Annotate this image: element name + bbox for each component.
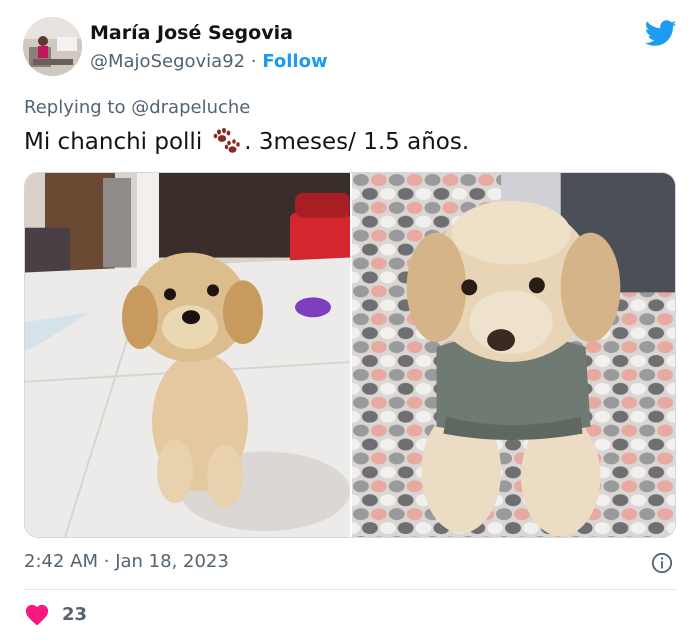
tweet-text-before: Mi chanchi polli xyxy=(24,129,203,155)
paw-prints-icon xyxy=(213,127,240,153)
media-grid[interactable] xyxy=(24,172,676,538)
like-count: 23 xyxy=(62,603,88,625)
reply-mention[interactable]: @drapeluche xyxy=(131,97,250,118)
replying-to: Replying to @drapeluche xyxy=(24,97,250,118)
divider xyxy=(24,589,676,590)
tweet-text-after: . 3meses/ 1.5 años. xyxy=(244,129,470,155)
display-name[interactable]: María José Segovia xyxy=(90,22,293,44)
dog-in-sweater-photo[interactable] xyxy=(352,173,675,537)
user-handle[interactable]: @MajoSegovia92 xyxy=(90,51,245,72)
twitter-bird-icon[interactable] xyxy=(645,20,677,47)
tweet-card: María José Segovia @MajoSegovia92 · Foll… xyxy=(0,0,700,642)
avatar[interactable] xyxy=(23,17,82,76)
info-icon[interactable] xyxy=(651,552,673,574)
tweet-text: Mi chanchi polli . 3meses/ 1.5 años. xyxy=(24,126,469,158)
like-action[interactable]: 23 xyxy=(24,602,87,626)
handle-separator: · xyxy=(250,51,257,72)
handle-row: @MajoSegovia92 · Follow xyxy=(90,51,328,72)
follow-button[interactable]: Follow xyxy=(262,51,327,72)
reply-prefix: Replying to xyxy=(24,97,126,118)
heart-icon[interactable] xyxy=(24,602,50,626)
dog-sweater-image xyxy=(352,173,675,537)
puppy-photo[interactable] xyxy=(25,173,350,537)
puppy-image xyxy=(25,173,350,537)
tweet-time: 2:42 AM xyxy=(24,551,98,572)
timestamp[interactable]: 2:42 AM · Jan 18, 2023 xyxy=(24,551,229,572)
tweet-date: Jan 18, 2023 xyxy=(115,551,229,572)
avatar-image xyxy=(23,17,82,76)
timestamp-separator: · xyxy=(103,551,110,572)
